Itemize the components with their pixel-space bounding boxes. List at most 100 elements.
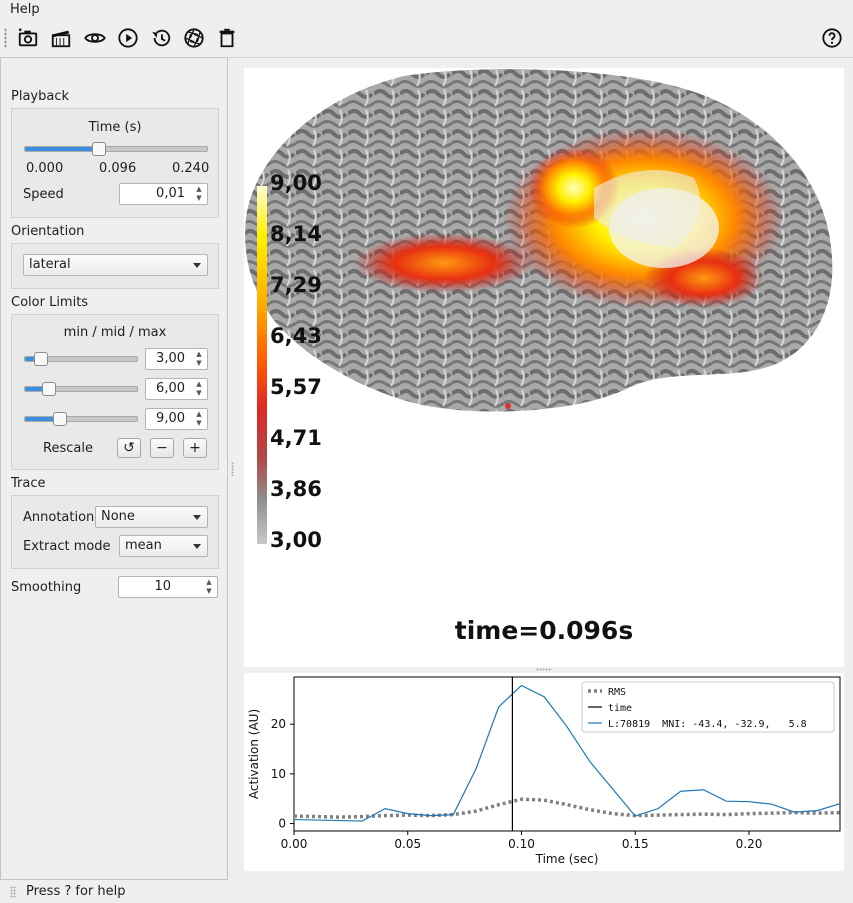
extract-mode-value: mean [125,538,162,553]
time-overlay: time=0.096s [454,616,634,645]
toolbar [0,20,853,58]
legend-label: L:70819 MNI: -43.4, -32.9, 5.8 [608,719,807,730]
colorbar-label-7: 3,00 [270,528,322,552]
reset-button[interactable]: ↺ [117,438,141,458]
chevron-down-icon [193,515,201,520]
color-limits-subtitle: min / mid / max [63,325,167,340]
colorbar-label-1: 8,14 [270,222,322,246]
screenshot-icon[interactable] [15,25,41,51]
smoothing-up-icon[interactable]: ▲ [203,578,215,586]
mid-up-icon[interactable]: ▲ [193,380,205,388]
speed-value: 0,01 [156,186,185,201]
mid-slider[interactable] [24,382,138,396]
legend-label: time [608,703,632,714]
smoothing-label: Smoothing [11,580,82,595]
max-spinbox[interactable]: 9,00 ▲ ▼ [145,408,208,430]
trace-group: Annotation None Extract mode mean [11,495,219,569]
trace-chart: 0.00 0.05 0.10 0.15 0.20 0 10 20 Time (sec) Activ… [247,676,841,866]
colorbar-label-5: 4,71 [270,426,322,450]
control-panel: Playback Time (s) 0.000 0.096 0.240 Spee… [0,57,228,880]
time-tick-min: 0.000 [26,161,64,176]
visibility-icon[interactable] [82,25,108,51]
speed-down-icon[interactable]: ▼ [193,194,205,202]
time-label: Time (s) [88,120,142,135]
min-slider-handle[interactable] [34,352,48,366]
legend-label: RMS [608,687,626,698]
max-down-icon[interactable]: ▼ [193,419,205,427]
brain-render [245,69,833,412]
minus-button[interactable]: − [150,438,174,458]
restore-icon[interactable] [148,25,174,51]
min-down-icon[interactable]: ▼ [193,359,205,367]
x-axis-label: Time (sec) [535,852,599,866]
max-up-icon[interactable]: ▲ [193,410,205,418]
shutter-icon[interactable] [181,25,207,51]
time-slider-fill [25,147,98,151]
status-bar: Press ? for help [0,880,853,903]
color-limits-title: Color Limits [11,295,89,310]
annotation-label: Annotation [23,510,95,525]
time-tick-max: 0.240 [172,161,210,176]
plus-button[interactable]: + [183,438,207,458]
trace-plot[interactable]: 0.00 0.05 0.10 0.15 0.20 0 10 20 Time (sec) Activ… [244,673,844,871]
time-tick-current: 0.096 [99,161,137,176]
brain-viewer[interactable]: 9,00 8,14 7,29 6,43 5,57 4,71 3,86 3,00 … [244,68,844,667]
toolbar-grip[interactable] [4,28,7,48]
status-grip [10,886,16,898]
smoothing-value: 10 [154,579,171,594]
min-slider[interactable] [24,352,138,366]
colorbar-label-3: 6,43 [270,324,322,348]
annotation-select[interactable]: None [95,506,208,528]
status-text: Press ? for help [26,884,126,899]
annotation-value: None [101,509,135,524]
min-value: 3,00 [156,351,185,366]
chevron-down-icon [193,544,201,549]
mid-value: 6,00 [156,381,185,396]
extract-mode-label: Extract mode [23,539,111,554]
mid-slider-handle[interactable] [42,382,56,396]
x-tick-label: 0.00 [281,837,308,851]
smoothing-spinbox[interactable]: 10 ▲ ▼ [118,576,218,598]
playback-group: Time (s) 0.000 0.096 0.240 Speed 0,01 ▲ … [11,108,219,218]
y-tick-label: 10 [271,767,286,781]
x-tick-label: 0.15 [622,837,649,851]
mid-down-icon[interactable]: ▼ [193,389,205,397]
horizontal-splitter[interactable] [536,668,552,671]
speed-spinbox[interactable]: 0,01 ▲ ▼ [119,183,208,205]
delete-icon[interactable] [214,25,240,51]
trace-title: Trace [11,476,46,491]
x-tick-label: 0.05 [394,837,421,851]
min-up-icon[interactable]: ▲ [193,350,205,358]
chevron-down-icon [193,263,201,268]
smoothing-down-icon[interactable]: ▼ [203,587,215,595]
rescale-label: Rescale [43,441,93,456]
colorbar [257,186,267,544]
playback-title: Playback [11,89,70,104]
help-icon[interactable] [819,25,845,51]
speed-up-icon[interactable]: ▲ [193,185,205,193]
colorbar-label-2: 7,29 [270,273,322,297]
colorbar-label-4: 5,57 [270,375,322,399]
y-axis-label: Activation (AU) [247,709,261,799]
x-tick-label: 0.20 [736,837,763,851]
time-slider[interactable] [24,142,208,156]
min-spinbox[interactable]: 3,00 ▲ ▼ [145,348,208,370]
menu-bar: Help [0,0,853,20]
orientation-title: Orientation [11,224,85,239]
speed-label: Speed [23,187,64,202]
movie-icon[interactable] [48,25,74,51]
time-slider-handle[interactable] [91,142,106,156]
y-tick-label: 0 [278,817,286,831]
play-icon[interactable] [115,25,141,51]
max-slider-handle[interactable] [53,412,67,426]
max-value: 9,00 [156,411,185,426]
menu-help[interactable]: Help [10,2,40,17]
y-tick-label: 20 [271,717,286,731]
vertical-splitter[interactable] [231,462,234,476]
orientation-select[interactable]: lateral [23,254,208,276]
extract-mode-select[interactable]: mean [119,535,208,557]
colorbar-label-0: 9,00 [270,171,322,195]
max-slider[interactable] [24,412,138,426]
mid-spinbox[interactable]: 6,00 ▲ ▼ [145,378,208,400]
orientation-group: lateral [11,243,219,289]
